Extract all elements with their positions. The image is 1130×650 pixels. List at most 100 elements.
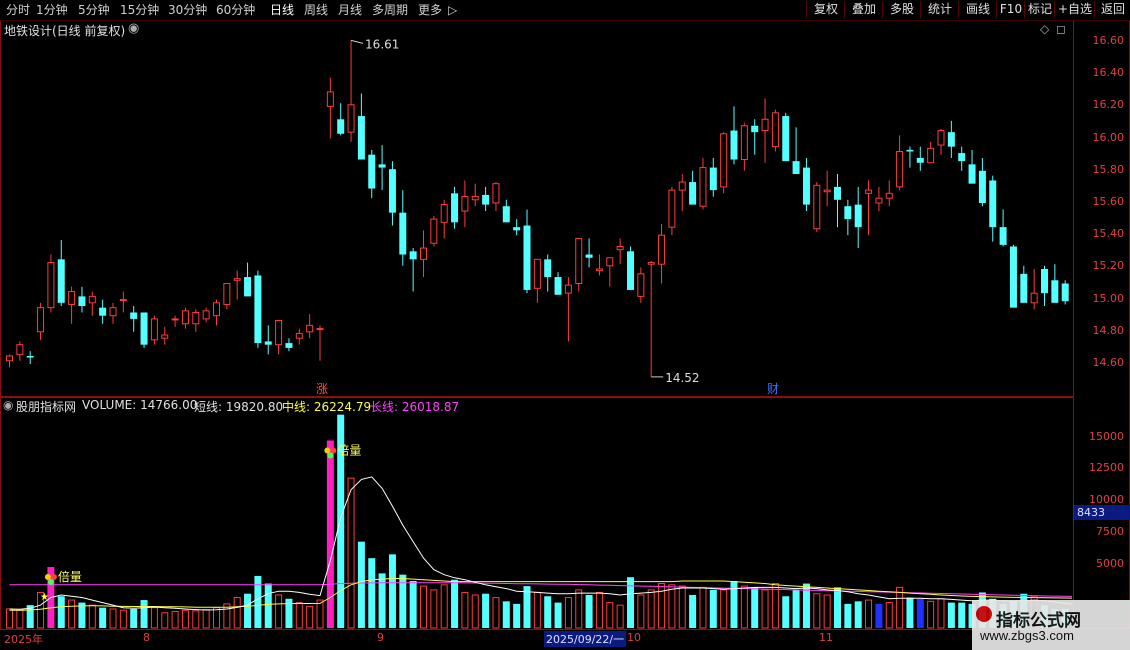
volume-bar-up [885, 602, 893, 629]
candle-body-up [647, 262, 655, 265]
volume-bar-up [119, 609, 127, 629]
volume-bar-down [140, 600, 148, 628]
candle-body-down [947, 132, 955, 147]
candle-body-up [430, 218, 438, 244]
volume-bar-up [471, 594, 479, 629]
candle-body-down [751, 125, 759, 133]
volume-bar-up [440, 584, 448, 629]
candle-body-down [792, 161, 800, 175]
volume-bar-down [357, 541, 365, 628]
high-price-label: 16.61 [365, 37, 399, 51]
price-tick-label: 16.60 [1092, 34, 1125, 47]
bei-liang-label-small: 倍量 [58, 569, 82, 584]
candle-body-up [440, 204, 448, 223]
volume-tick-label: 5000 [1096, 556, 1124, 570]
candle-body-up [161, 334, 169, 339]
candle-body-up [109, 307, 117, 317]
volume-bar-down [99, 607, 107, 628]
candle-body-up [678, 181, 686, 191]
candle-body-down [834, 186, 841, 200]
candle-body-down [502, 206, 510, 223]
volume-bar-down [264, 583, 272, 628]
back-button[interactable]: 返回 [1094, 1, 1130, 18]
volume-bar-up [865, 599, 873, 629]
volume-bar-down [834, 587, 841, 628]
candle-body-up [564, 284, 572, 294]
candle-body-up [575, 237, 583, 284]
dot-icon [324, 447, 331, 454]
volume-bar-up [181, 609, 189, 629]
dot-icon [330, 447, 337, 454]
candle-body-down [78, 296, 86, 307]
candle-body-up [492, 183, 500, 204]
candle-body-up [771, 112, 779, 148]
volume-bar-up [68, 599, 76, 629]
candle-body-up [347, 104, 355, 133]
volume-bar-up [595, 591, 603, 629]
zhang-marker: 涨 [316, 381, 328, 396]
volume-bar-up [678, 585, 686, 629]
candle-body-down [989, 180, 997, 228]
candle-body-up [16, 344, 24, 355]
candle-body-down [585, 254, 593, 258]
candle-body-down [254, 275, 262, 344]
volume-bar-down [502, 601, 510, 628]
volume-bar-down [958, 602, 966, 628]
short-ma-line [9, 476, 1072, 611]
volume-bar-down [751, 587, 759, 628]
price-tick-label: 16.20 [1092, 98, 1125, 112]
cai-marker: 财 [767, 382, 779, 396]
candle-body-up [658, 234, 666, 265]
candle-body-down [844, 206, 852, 220]
candle-body-down [337, 119, 345, 134]
logo-icon [976, 606, 992, 622]
low-price-label: 14.52 [665, 371, 699, 385]
volume-bar-up [761, 589, 769, 629]
candle-body-up [202, 310, 210, 320]
volume-bar-highlight [916, 598, 924, 628]
candle-body-up [420, 247, 427, 260]
volume-bar-down [378, 573, 386, 628]
volume-bar-up [823, 594, 831, 629]
candle-body-down [99, 307, 107, 316]
volume-bar-down [254, 575, 262, 628]
volume-bar-up [896, 586, 904, 629]
volume-bar-up [306, 605, 314, 629]
volume-bar-up [813, 593, 821, 629]
candle-body-up [616, 245, 624, 251]
volume-bar-up [88, 604, 96, 629]
candle-body-up [192, 311, 200, 325]
volume-bar-up [202, 609, 210, 629]
candle-body-up [927, 147, 935, 164]
candle-body-up [68, 291, 76, 305]
price-tick-label: 14.80 [1092, 323, 1125, 337]
kline-chart[interactable]: 16.6114.52涨 财倍量倍量★ [0, 0, 1072, 650]
volume-bar-up [233, 597, 241, 629]
volume-bar-down [513, 603, 521, 628]
candle-body-down [1009, 246, 1017, 308]
volume-bar-down [482, 593, 490, 628]
candle-body-up [720, 133, 728, 188]
candle-body-down [627, 251, 634, 290]
candle-body-down [244, 277, 252, 297]
volume-bar-down [947, 602, 955, 628]
candle-body-down [999, 227, 1007, 245]
candle-body-up [47, 262, 55, 309]
candle-body-down [357, 116, 365, 160]
candle-body-up [119, 299, 127, 302]
candle-body-down [554, 277, 562, 295]
candle-body-up [471, 196, 479, 201]
volume-bar-up [347, 477, 355, 629]
volume-bar-up [699, 586, 707, 629]
volume-bar-up [150, 607, 158, 629]
candle-body-up [275, 320, 283, 346]
volume-bar-down [709, 589, 717, 628]
candle-body-up [1030, 292, 1038, 304]
candle-body-up [896, 150, 904, 188]
candle-body-down [689, 182, 697, 205]
volume-bar-down [906, 597, 914, 628]
candle-body-up [637, 273, 645, 297]
candle-body-down [399, 212, 407, 255]
candle-body-up [761, 118, 769, 132]
volume-bar-down [554, 602, 562, 628]
